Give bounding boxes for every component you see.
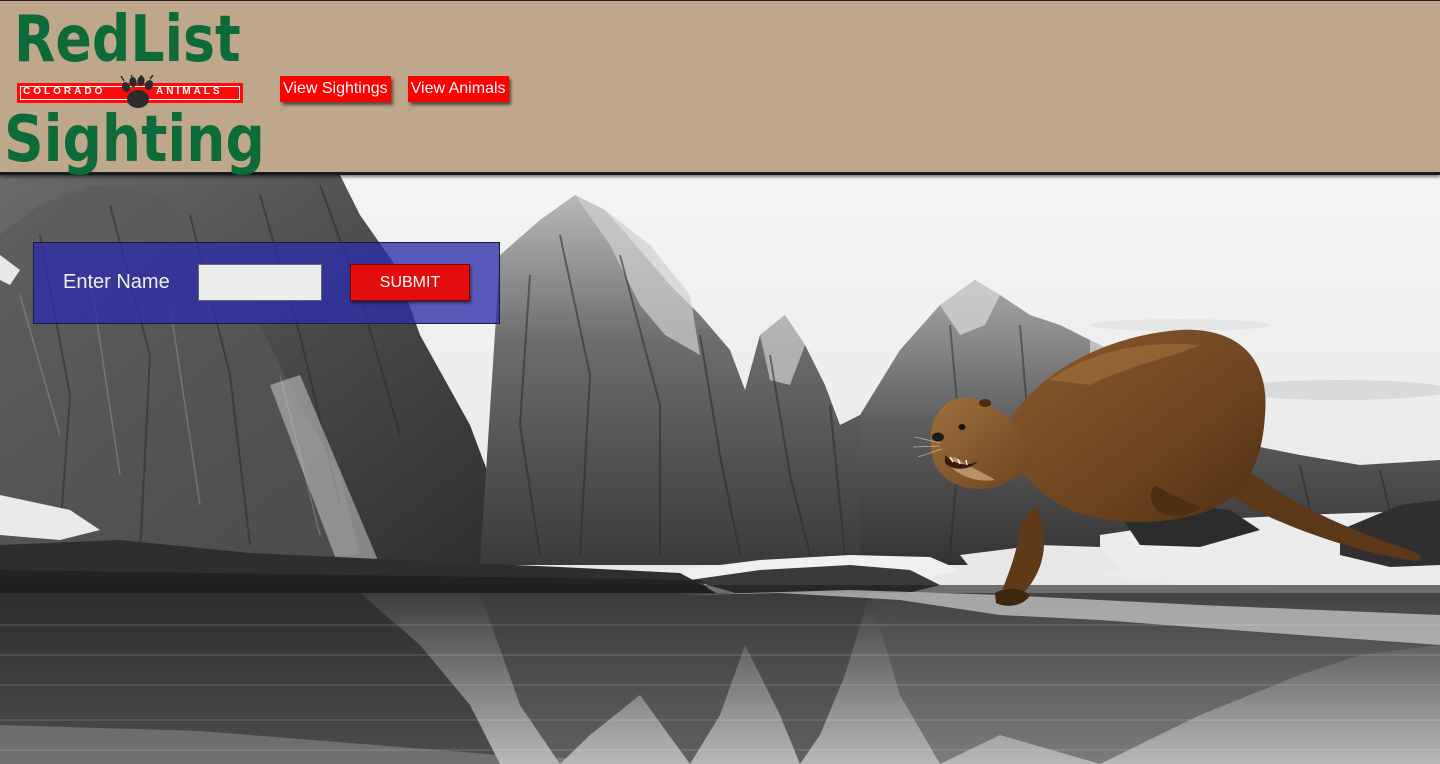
site-logo[interactable]: RedList COLORADO ANIMALS Sighting xyxy=(4,3,266,177)
logo-title-top: RedList xyxy=(14,3,241,77)
logo-band-right-text: ANIMALS xyxy=(156,86,223,97)
logo-band-left-text: COLORADO xyxy=(23,86,106,97)
name-input[interactable] xyxy=(198,264,322,301)
site-header: RedList COLORADO ANIMALS Sighting View S… xyxy=(0,0,1440,175)
enter-name-label: Enter Name xyxy=(63,271,170,293)
submit-button[interactable]: SUBMIT xyxy=(350,264,470,301)
logo-title-bottom: Sighting xyxy=(4,103,265,177)
view-animals-button[interactable]: View Animals xyxy=(407,76,509,102)
name-form: Enter Name SUBMIT xyxy=(33,242,500,324)
main-nav: View Sightings View Animals xyxy=(280,76,509,102)
view-sightings-button[interactable]: View Sightings xyxy=(280,76,391,102)
